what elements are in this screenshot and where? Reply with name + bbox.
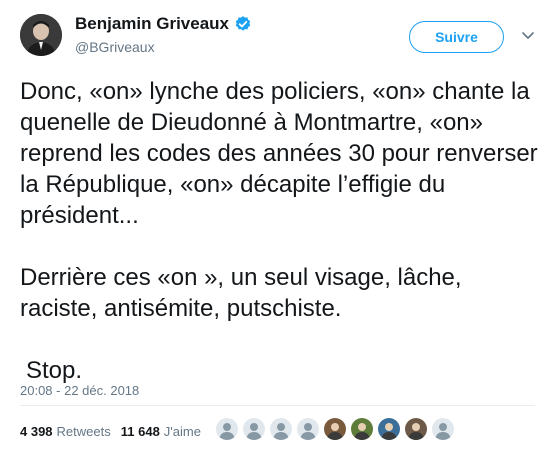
likers-avatars — [216, 418, 459, 440]
retweets-stat[interactable]: 4 398 Retweets — [20, 424, 111, 439]
liker-avatar[interactable] — [297, 418, 319, 440]
liker-avatar[interactable] — [270, 418, 292, 440]
likes-label: J'aime — [163, 424, 201, 439]
tweet-paragraph: Derrière ces «on », un seul visage, lâch… — [20, 264, 462, 322]
author-name-row: Benjamin Griveaux — [75, 14, 252, 34]
likes-stat[interactable]: 11 648 J'aime — [121, 424, 201, 439]
divider — [20, 405, 535, 406]
user-photo-icon — [378, 418, 400, 440]
default-avatar-icon — [270, 418, 292, 440]
user-photo-icon — [351, 418, 373, 440]
retweets-count: 4 398 — [20, 424, 53, 439]
default-avatar-icon — [297, 418, 319, 440]
default-avatar-icon — [216, 418, 238, 440]
liker-avatar[interactable] — [324, 418, 346, 440]
chevron-down-icon[interactable] — [521, 30, 535, 42]
default-avatar-icon — [432, 418, 454, 440]
verified-badge-icon — [235, 16, 251, 31]
tweet-paragraph: Stop. — [26, 357, 83, 384]
author-name[interactable]: Benjamin Griveaux — [75, 14, 229, 34]
liker-avatar[interactable] — [405, 418, 427, 440]
liker-avatar[interactable] — [351, 418, 373, 440]
tweet-paragraph: Donc, «on» lynche des policiers, «on» ch… — [20, 78, 538, 229]
user-photo-icon — [324, 418, 346, 440]
tweet-stats: 4 398 Retweets 11 648 J'aime — [20, 424, 211, 439]
retweets-label: Retweets — [56, 424, 111, 439]
likes-count: 11 648 — [120, 424, 160, 439]
liker-avatar[interactable] — [243, 418, 265, 440]
default-avatar-icon — [243, 418, 265, 440]
tweet-timestamp[interactable]: 20:08 - 22 déc. 2018 — [20, 383, 139, 398]
liker-avatar[interactable] — [432, 418, 454, 440]
author-handle[interactable]: @BGriveaux — [75, 39, 155, 55]
follow-button[interactable]: Suivre — [409, 21, 504, 53]
user-photo-icon — [405, 418, 427, 440]
author-avatar[interactable] — [20, 14, 62, 56]
liker-avatar[interactable] — [216, 418, 238, 440]
liker-avatar[interactable] — [378, 418, 400, 440]
tweet-text: Donc, «on» lynche des policiers, «on» ch… — [20, 76, 540, 386]
